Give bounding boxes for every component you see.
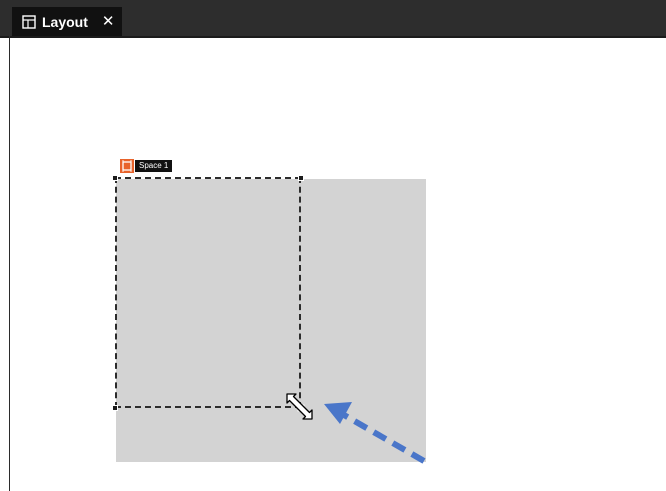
dashed-arrow-icon (324, 402, 426, 464)
canvas-overlay (286, 393, 426, 464)
resize-diagonal-cursor-icon (286, 393, 313, 420)
